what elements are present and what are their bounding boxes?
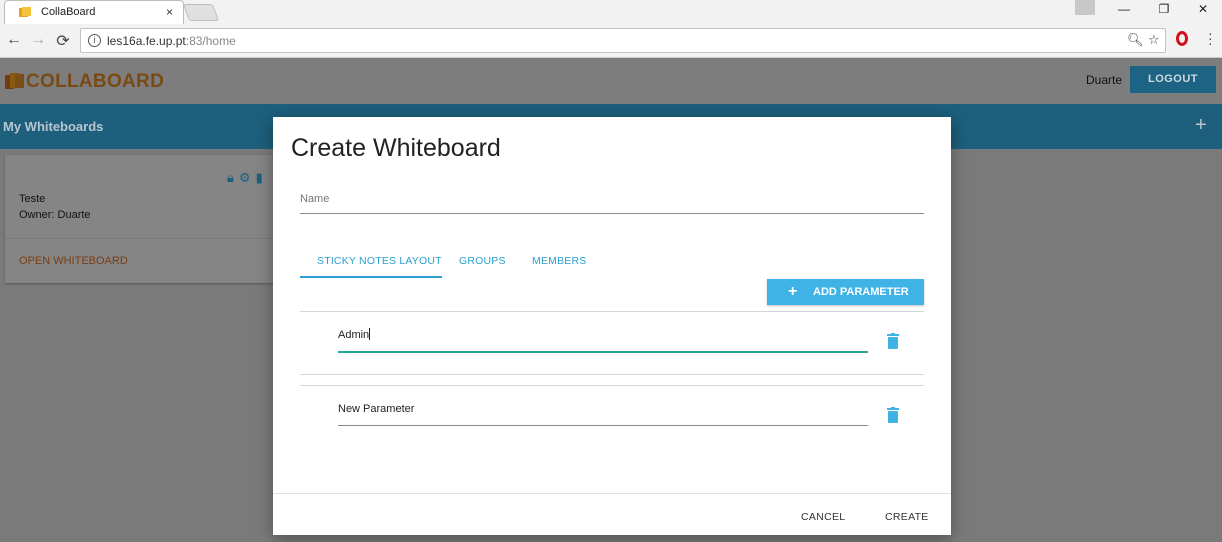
search-icon[interactable]: 🔍︎ <box>1127 32 1144 48</box>
divider <box>300 311 924 312</box>
address-bar[interactable]: i les16a.fe.up.pt:83/home 🔍︎ ☆ <box>80 28 1166 53</box>
browser-tabstrip: CollaBoard × — ❐ ✕ <box>0 0 1222 24</box>
bookmark-star-icon[interactable]: ☆ <box>1148 32 1160 48</box>
forward-icon[interactable]: → <box>29 31 47 49</box>
add-parameter-button[interactable]: + ADD PARAMETER <box>767 279 924 305</box>
page-title: My Whiteboards <box>3 119 104 134</box>
back-icon[interactable]: ← <box>5 31 23 49</box>
user-name: Duarte <box>1086 73 1123 87</box>
card-owner: Owner: Duarte <box>19 209 91 221</box>
open-whiteboard-link[interactable]: OPEN WHITEBOARD <box>19 255 128 267</box>
new-tab-button[interactable] <box>182 4 220 21</box>
create-button[interactable]: CREATE <box>885 511 929 523</box>
browser-tab[interactable]: CollaBoard × <box>4 0 184 24</box>
collaboard-favicon-icon <box>19 7 31 17</box>
reload-icon[interactable]: ⟳ <box>54 31 72 51</box>
lock-icon[interactable]: 🔒︎ <box>227 170 234 185</box>
logo-text: COLLABOARD <box>26 71 165 92</box>
card-divider <box>5 238 277 239</box>
tab-groups[interactable]: GROUPS <box>459 255 506 267</box>
parameter-input[interactable]: New Parameter <box>338 403 868 423</box>
whiteboard-card: 🔒︎ ⚙︎ ▮ Teste Owner: Duarte OPEN WHITEBOAR… <box>5 155 277 283</box>
name-field-underline <box>300 213 924 214</box>
divider <box>300 385 924 386</box>
gear-icon[interactable]: ⚙︎ <box>239 170 251 185</box>
delete-parameter-icon[interactable] <box>886 407 900 423</box>
collaboard-logo-icon <box>5 73 24 89</box>
name-field[interactable]: Name <box>300 193 329 205</box>
delete-parameter-icon[interactable] <box>886 333 900 349</box>
tab-members[interactable]: MEMBERS <box>532 255 587 267</box>
add-whiteboard-icon[interactable]: + <box>1195 114 1207 137</box>
close-window-button[interactable]: ✕ <box>1193 2 1213 16</box>
tab-title: CollaBoard <box>41 6 96 18</box>
browser-menu-icon[interactable]: · · · <box>1208 26 1213 50</box>
parameter-input-underline <box>338 425 868 426</box>
dialog-title: Create Whiteboard <box>291 134 501 162</box>
browser-toolbar: ← → ⟳ i les16a.fe.up.pt:83/home 🔍︎ ☆ <box>0 24 1222 58</box>
app-header: COLLABOARD Duarte LOGOUT <box>0 59 1222 104</box>
site-info-icon[interactable]: i <box>88 34 101 47</box>
card-title: Teste <box>19 193 46 205</box>
add-parameter-label: ADD PARAMETER <box>813 286 909 298</box>
parameter-input[interactable]: Admin <box>338 328 868 348</box>
opera-extension-icon[interactable] <box>1176 31 1188 46</box>
tab-sticky-notes-layout[interactable]: STICKY NOTES LAYOUT <box>317 255 442 267</box>
plus-icon: + <box>788 283 798 300</box>
restore-button[interactable]: ❐ <box>1154 2 1174 16</box>
card-actions: 🔒︎ ⚙︎ ▮ <box>227 170 268 186</box>
dialog-footer: CANCEL CREATE <box>273 493 951 535</box>
url-text: les16a.fe.up.pt:83/home <box>107 34 236 48</box>
trash-icon[interactable]: ▮ <box>256 170 263 185</box>
tab-close-icon[interactable]: × <box>166 5 173 19</box>
parameter-input-underline <box>338 351 868 353</box>
create-whiteboard-dialog: Create Whiteboard Name STICKY NOTES LAYO… <box>273 117 951 535</box>
browser-profile-icon[interactable] <box>1075 0 1095 15</box>
divider <box>300 374 924 375</box>
active-tab-indicator <box>300 276 442 278</box>
logout-button[interactable]: LOGOUT <box>1130 66 1216 93</box>
minimize-button[interactable]: — <box>1114 2 1134 16</box>
cancel-button[interactable]: CANCEL <box>801 511 845 523</box>
